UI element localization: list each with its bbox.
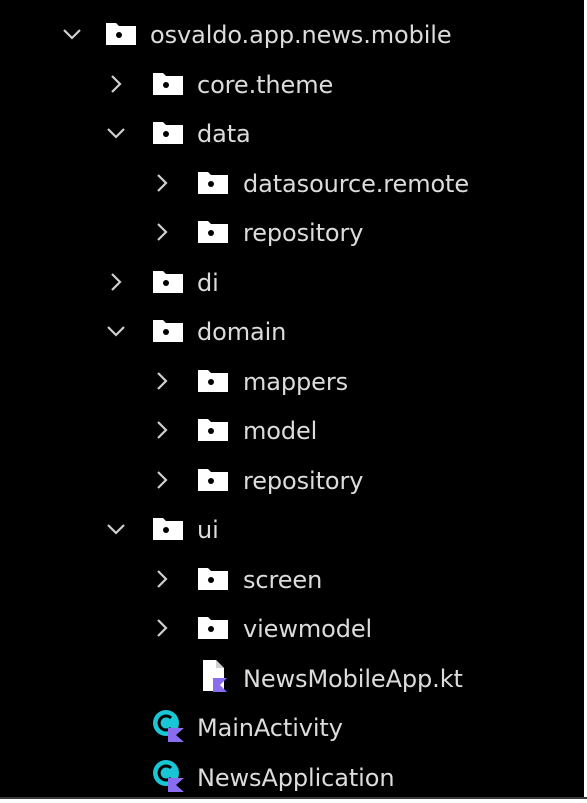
tree-row-viewmodel[interactable]: viewmodel [0,604,584,653]
chevron-right-icon[interactable] [150,171,174,195]
package-folder-icon [153,73,183,95]
tree-node-label: model [243,417,318,445]
panel-bottom-divider [0,797,587,799]
tree-node-label: viewmodel [243,615,373,643]
project-tree-panel: osvaldo.app.news.mobile core.theme data [0,0,584,797]
kotlin-class-icon [153,710,184,742]
tree-row-mappers[interactable]: mappers [0,357,584,406]
tree-row-di[interactable]: di [0,258,584,307]
chevron-down-icon[interactable] [104,517,128,541]
chevron-right-icon[interactable] [150,369,174,393]
chevron-right-icon[interactable] [150,468,174,492]
tree-row-domain[interactable]: domain [0,307,584,356]
tree-row-screen[interactable]: screen [0,555,584,604]
chevron-down-icon[interactable] [60,22,84,46]
tree-node-label: di [197,269,219,297]
tree-node-label: NewsMobileApp.kt [243,665,463,693]
package-folder-icon [198,419,228,441]
tree-node-label: repository [243,467,364,495]
tree-node-label: datasource.remote [243,170,470,198]
package-folder-icon [153,122,183,144]
package-folder-icon [198,172,228,194]
chevron-down-icon[interactable] [104,319,128,343]
tree-row-data-repository[interactable]: repository [0,208,584,257]
kotlin-class-icon [153,760,184,792]
chevron-right-icon[interactable] [150,418,174,442]
tree-node-label: domain [197,318,287,346]
tree-node-label: screen [243,566,323,594]
package-folder-icon [153,271,183,293]
chevron-right-icon[interactable] [104,72,128,96]
tree-row-model[interactable]: model [0,406,584,455]
tree-node-label: MainActivity [197,714,343,742]
tree-row-newsmobileapp-kt[interactable]: NewsMobileApp.kt [0,654,584,703]
package-folder-icon [198,469,228,491]
tree-node-label: repository [243,219,364,247]
package-folder-icon [153,320,183,342]
tree-node-label: mappers [243,368,348,396]
package-folder-icon [198,617,228,639]
kotlin-file-icon [203,660,227,692]
chevron-right-icon[interactable] [150,616,174,640]
chevron-right-icon[interactable] [150,567,174,591]
tree-node-label: data [197,120,251,148]
package-folder-icon [198,221,228,243]
tree-row-ui[interactable]: ui [0,505,584,554]
tree-row-osvaldo-app-news-mobile[interactable]: osvaldo.app.news.mobile [0,10,584,59]
tree-row-newsapplication[interactable]: NewsApplication [0,753,584,802]
tree-row-core-theme[interactable]: core.theme [0,60,584,109]
tree-node-label: osvaldo.app.news.mobile [150,21,452,49]
package-folder-icon [106,23,136,45]
package-folder-icon [198,370,228,392]
tree-node-label: core.theme [197,71,334,99]
chevron-right-icon[interactable] [150,220,174,244]
tree-row-data[interactable]: data [0,109,584,158]
chevron-down-icon[interactable] [104,121,128,145]
tree-row-domain-repository[interactable]: repository [0,456,584,505]
tree-row-mainactivity[interactable]: MainActivity [0,703,584,752]
tree-node-label: ui [197,516,219,544]
package-folder-icon [198,568,228,590]
tree-node-label: NewsApplication [197,764,395,792]
tree-row-datasource-remote[interactable]: datasource.remote [0,159,584,208]
chevron-right-icon[interactable] [104,270,128,294]
package-folder-icon [153,518,183,540]
